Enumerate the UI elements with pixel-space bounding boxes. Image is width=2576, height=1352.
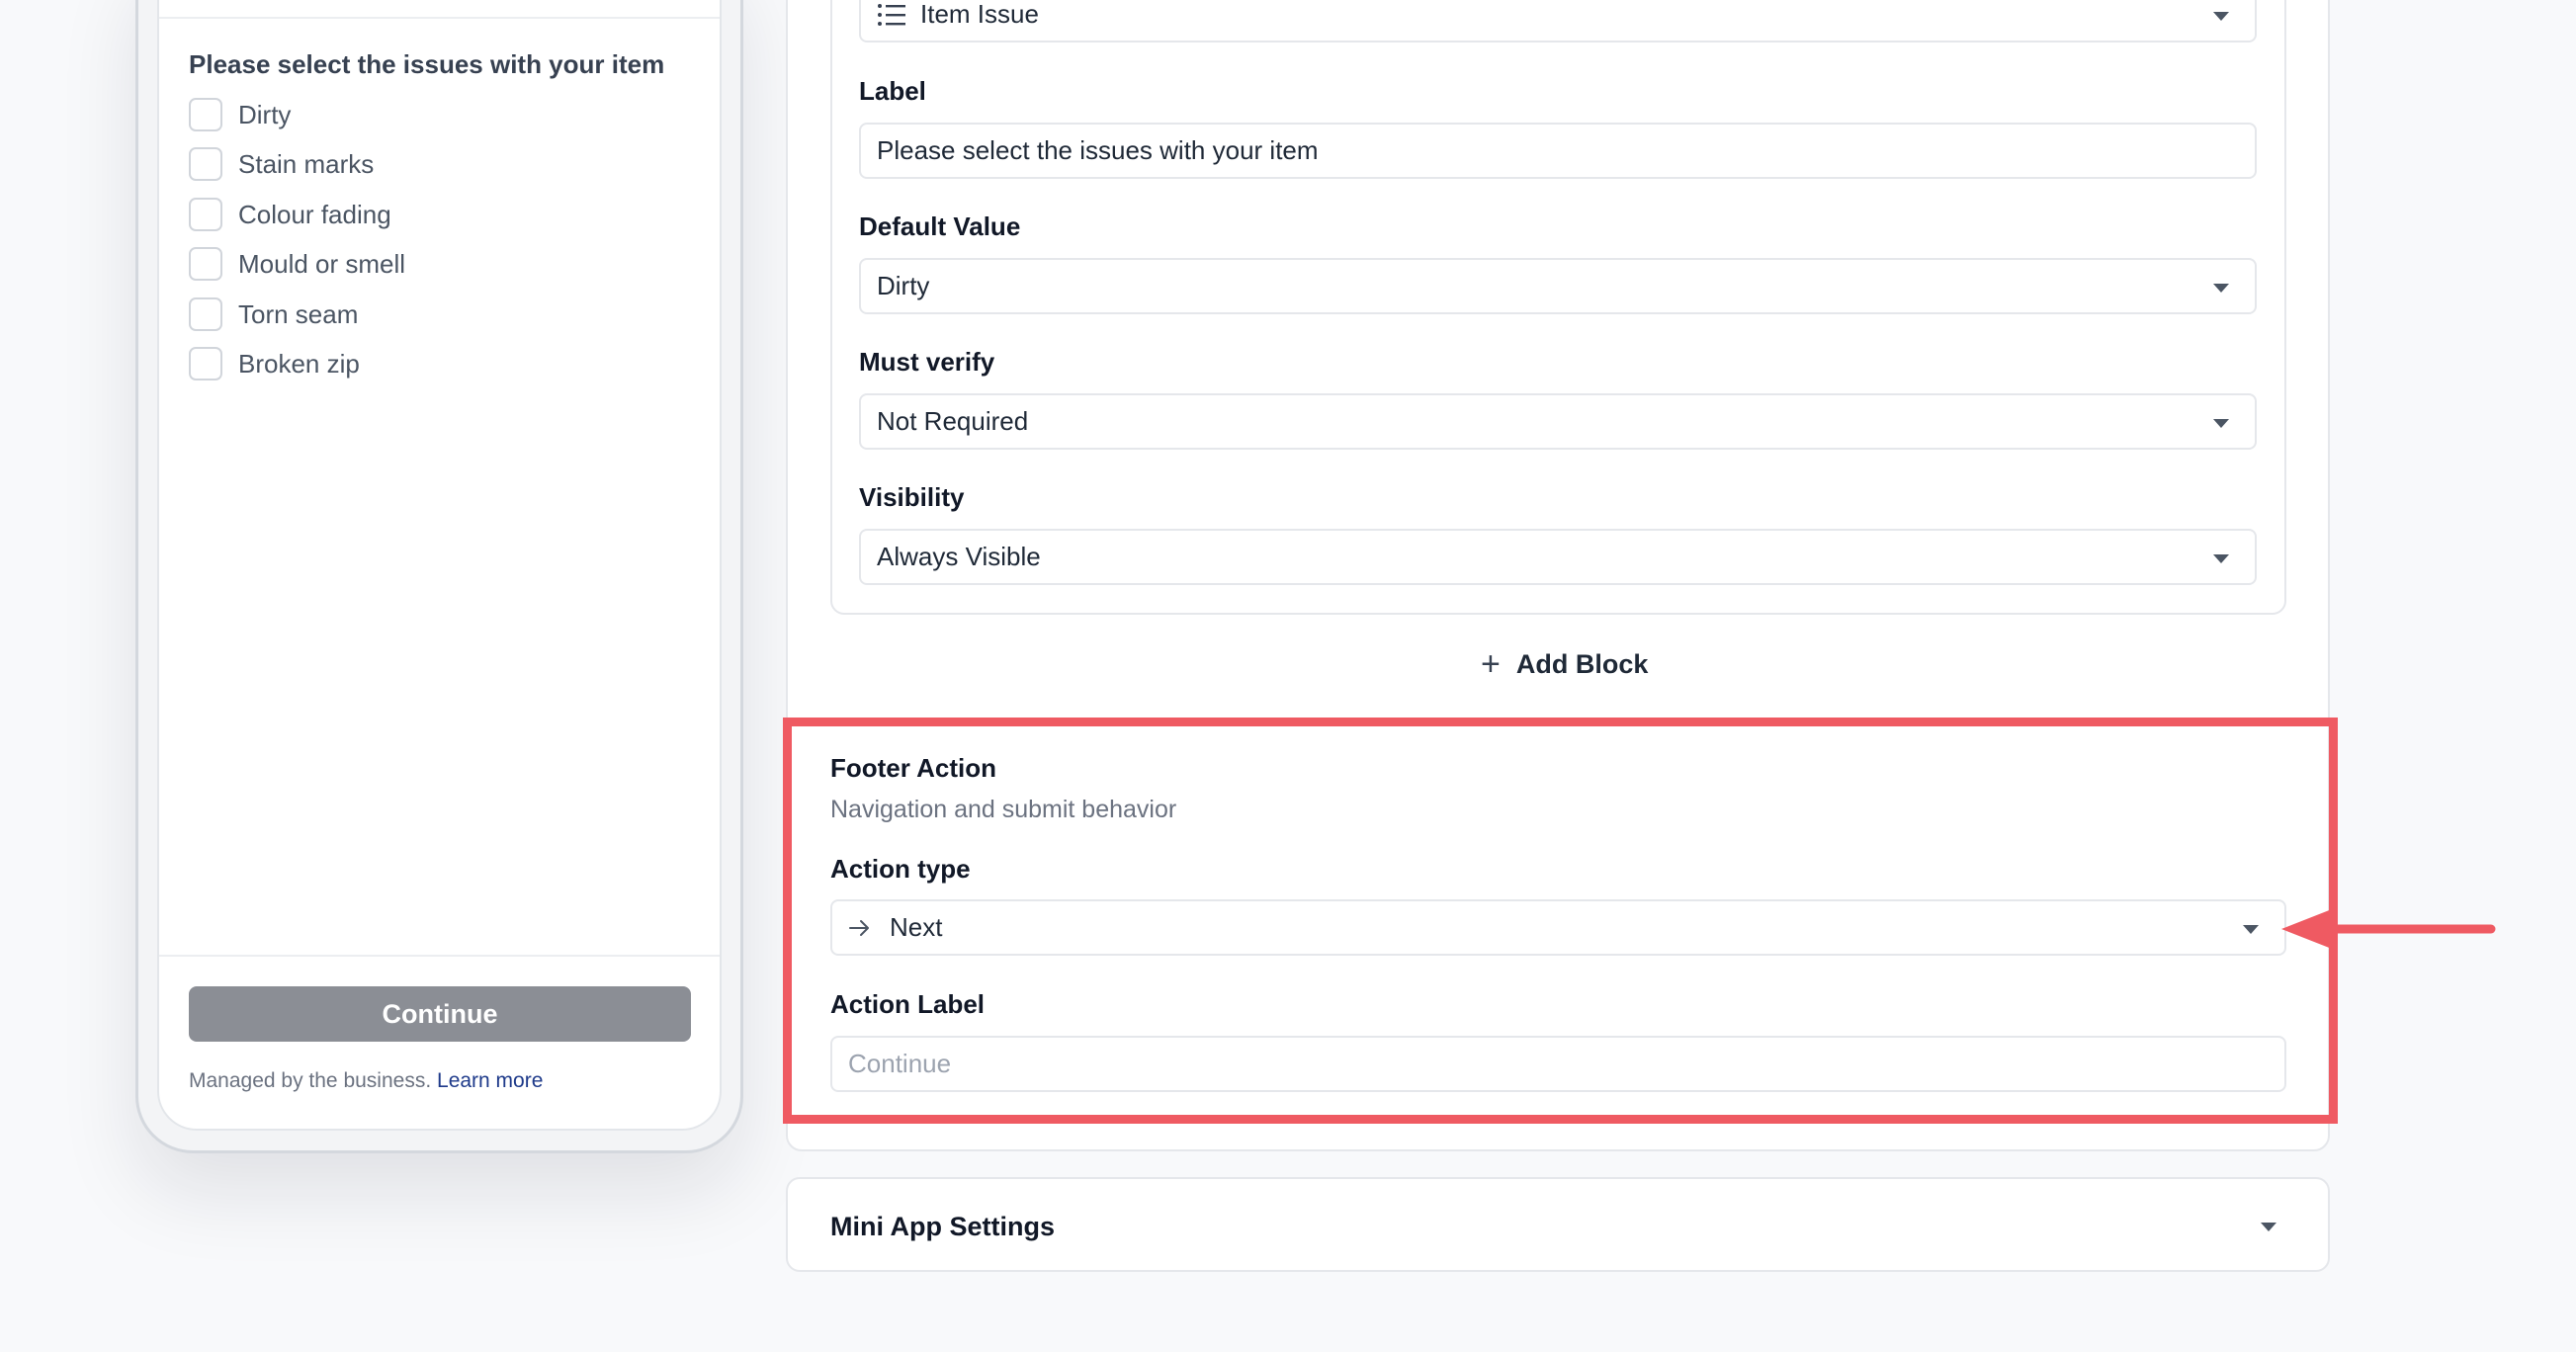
option-checkbox[interactable] [189,147,222,181]
label-field-title: Label [859,76,926,106]
block-type-select[interactable]: Item Issue [859,0,2257,42]
block-type-value: Item Issue [920,0,1039,29]
chevron-down-icon [2213,554,2229,563]
label-input-value: Please select the issues with your item [877,135,1319,165]
managed-notice: Managed by the business. Learn more [189,1069,543,1093]
must-verify-value: Not Required [877,406,1029,436]
visibility-title: Visibility [859,482,965,512]
preview-option-row[interactable]: Stain marks [189,145,374,183]
option-label: Mould or smell [238,248,406,279]
option-checkbox[interactable] [189,198,222,231]
option-label: Torn seam [238,298,359,329]
phone-footer-divider [159,955,720,957]
option-label: Stain marks [238,148,375,179]
option-label: Colour fading [238,199,391,229]
option-checkbox[interactable] [189,347,222,380]
must-verify-title: Must verify [859,347,995,377]
add-block-label: Add Block [1515,648,1649,679]
list-icon [878,3,905,26]
arrow-left-icon [2281,907,2496,951]
highlight-box [783,718,2338,1124]
visibility-select[interactable]: Always Visible [859,529,2257,585]
plus-icon: + [1481,645,1501,683]
option-label: Broken zip [238,348,360,379]
preview-option-row[interactable]: Dirty [189,96,291,133]
must-verify-select[interactable]: Not Required [859,393,2257,450]
option-checkbox[interactable] [189,98,222,131]
preview-option-row[interactable]: Colour fading [189,196,391,233]
managed-text: Managed by the business. [189,1069,432,1092]
chevron-down-icon [2213,284,2229,293]
add-block-button[interactable]: + Add Block [1481,644,1648,684]
label-input[interactable]: Please select the issues with your item [859,123,2257,179]
preview-option-row[interactable]: Broken zip [189,345,360,382]
option-checkbox[interactable] [189,247,222,281]
preview-continue-button[interactable]: Continue [189,986,691,1042]
visibility-value: Always Visible [877,542,1041,571]
chevron-down-icon [2261,1223,2276,1231]
default-value-select[interactable]: Dirty [859,258,2257,314]
chevron-down-icon [2213,419,2229,428]
option-label: Dirty [238,99,292,129]
mini-app-settings-title: Mini App Settings [830,1212,1055,1241]
default-value-text: Dirty [877,271,930,300]
preview-option-row[interactable]: Mould or smell [189,245,405,283]
preview-question: Please select the issues with your item [189,49,665,79]
default-value-title: Default Value [859,211,1021,241]
learn-more-link[interactable]: Learn more [437,1069,543,1092]
phone-header-divider [159,17,720,19]
chevron-down-icon [2213,12,2229,21]
preview-option-row[interactable]: Torn seam [189,296,358,333]
option-checkbox[interactable] [189,297,222,331]
